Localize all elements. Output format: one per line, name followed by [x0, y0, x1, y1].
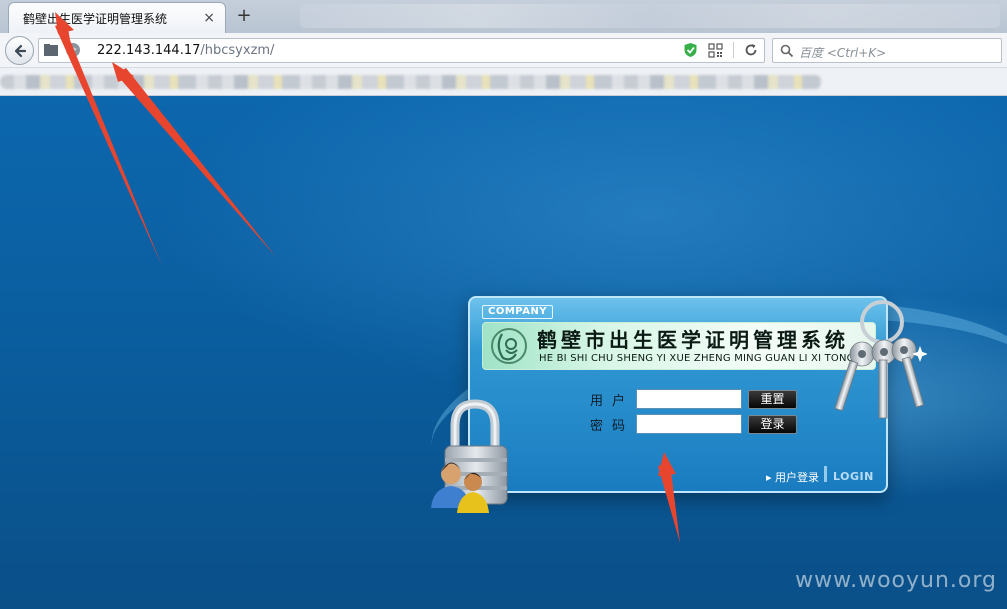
- company-badge: COMPANY: [482, 305, 554, 319]
- user-login-link[interactable]: ▸ 用户登录: [766, 469, 819, 485]
- username-label: 用户: [590, 393, 635, 409]
- username-row: 用户 重置: [590, 389, 797, 409]
- padlock-users-icon: [431, 399, 508, 513]
- login-button[interactable]: 登录: [748, 414, 797, 434]
- watermark: www.wooyun.org: [795, 568, 997, 593]
- page-icon: [44, 44, 58, 56]
- globe-icon[interactable]: [65, 42, 81, 58]
- login-separator: [824, 466, 827, 482]
- shield-check-icon[interactable]: [683, 42, 698, 58]
- system-title-banner: 鹤壁市出生医学证明管理系统 HE BI SHI CHU SHENG YI XUE…: [482, 322, 876, 370]
- password-row: 密码 登录: [590, 414, 797, 434]
- address-bar[interactable]: 222.143.144.17/hbcsyxzm/: [38, 38, 765, 63]
- password-label: 密码: [590, 418, 635, 434]
- new-tab-button[interactable]: +: [234, 5, 254, 27]
- login-english-label: LOGIN: [833, 470, 874, 483]
- tab-title: 鹤壁出生医学证明管理系统: [23, 11, 168, 26]
- reset-button[interactable]: 重置: [748, 389, 797, 409]
- blurred-tab-strip: [300, 4, 1000, 28]
- browser-tab[interactable]: 鹤壁出生医学证明管理系统 ×: [8, 2, 226, 33]
- search-placeholder: 百度 <Ctrl+K>: [799, 46, 887, 60]
- blurred-bookmarks: [0, 75, 822, 89]
- username-input[interactable]: [636, 389, 742, 409]
- mother-baby-logo-icon: [491, 328, 527, 364]
- password-input[interactable]: [636, 414, 742, 434]
- bookmarks-bar: [0, 68, 1007, 96]
- page-content: COMPANY 鹤壁市出生医学证明管理系统 HE BI SHI CHU SHEN…: [0, 96, 1007, 609]
- navigation-bar: 222.143.144.17/hbcsyxzm/ 百度 <Ctrl+K>: [0, 33, 1007, 68]
- tab-close-icon[interactable]: ×: [203, 10, 215, 26]
- search-icon: [780, 44, 794, 58]
- qr-code-icon[interactable]: [708, 42, 723, 58]
- urlbar-divider: [733, 42, 734, 58]
- reload-icon[interactable]: [744, 43, 758, 57]
- back-button[interactable]: [5, 36, 34, 65]
- system-title: 鹤壁市出生医学证明管理系统: [537, 328, 849, 352]
- keys-icon: [834, 300, 927, 419]
- login-panel: COMPANY 鹤壁市出生医学证明管理系统 HE BI SHI CHU SHEN…: [468, 296, 888, 493]
- tab-bar: 鹤壁出生医学证明管理系统 × +: [0, 0, 1007, 33]
- back-arrow-icon: [14, 44, 26, 57]
- system-title-pinyin: HE BI SHI CHU SHENG YI XUE ZHENG MING GU…: [539, 353, 855, 364]
- url-path: /hbcsyxzm/: [200, 43, 275, 58]
- url-host: 222.143.144.17: [97, 43, 201, 58]
- url-text[interactable]: 222.143.144.17/hbcsyxzm/: [97, 43, 274, 58]
- search-bar[interactable]: 百度 <Ctrl+K>: [772, 38, 1002, 63]
